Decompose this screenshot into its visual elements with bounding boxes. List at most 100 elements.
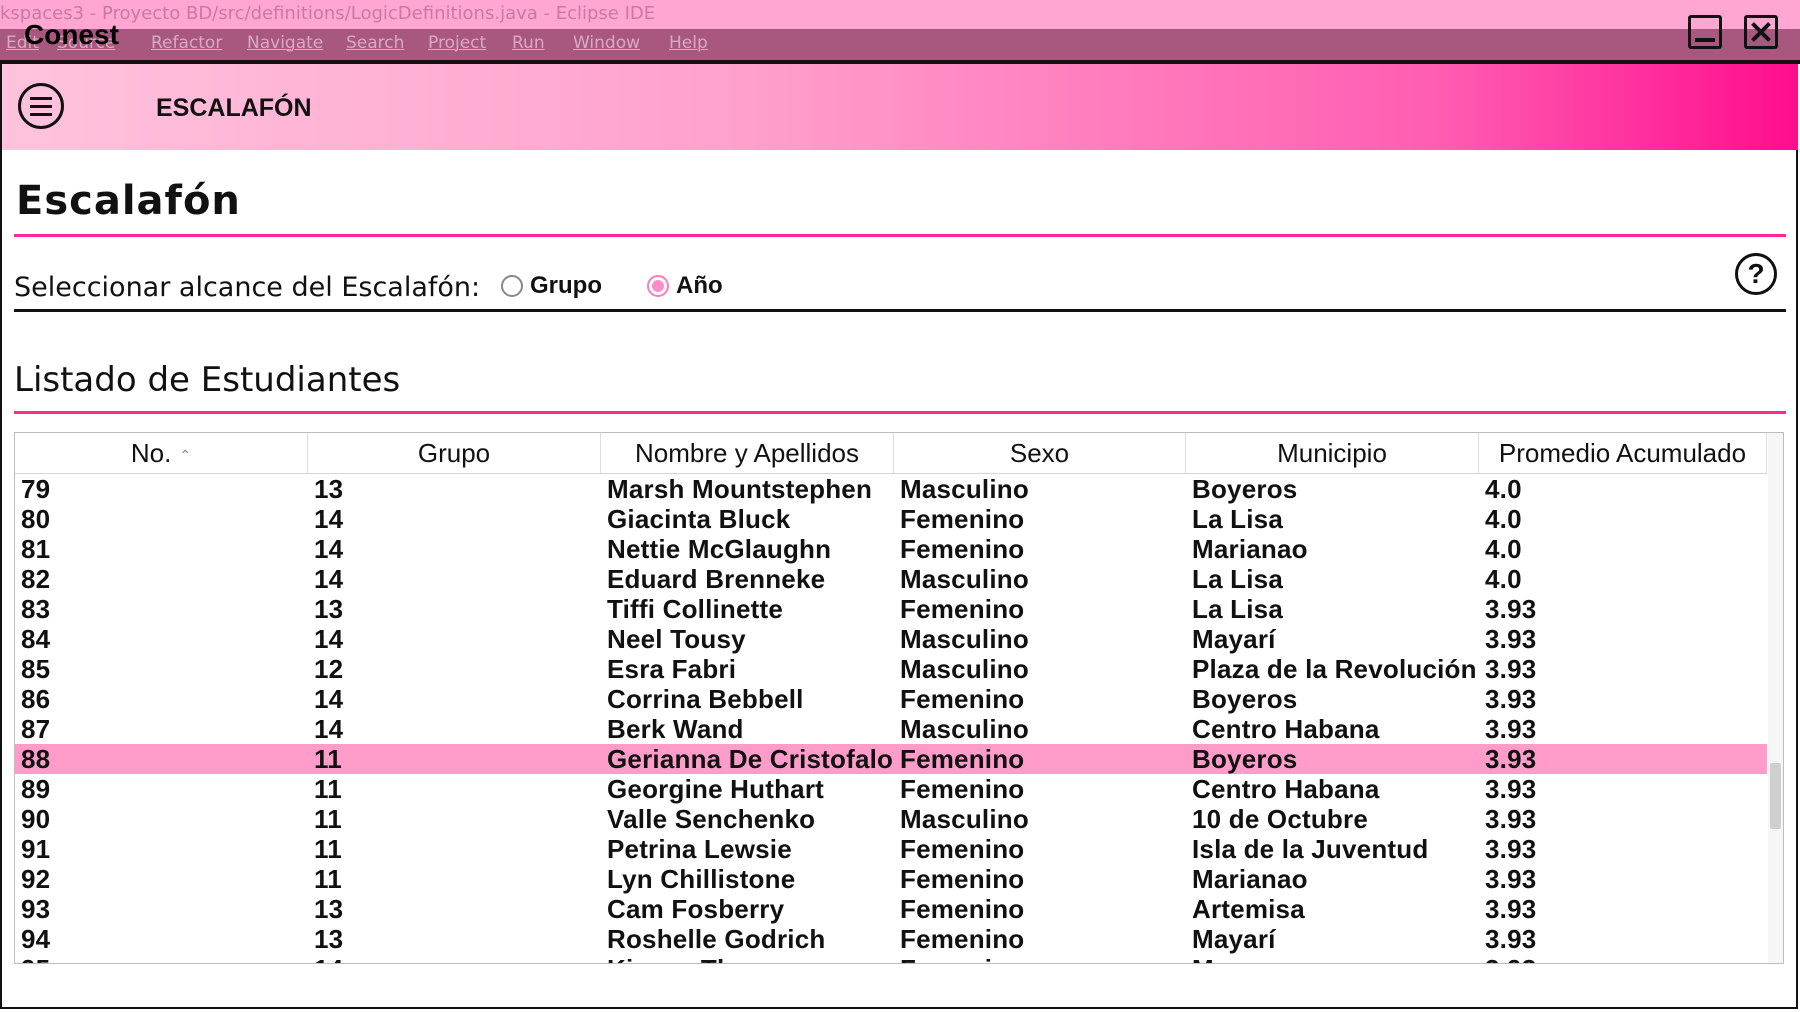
cell-nombre: Cam Fosberry bbox=[607, 894, 785, 924]
cell-no: 79 bbox=[21, 474, 51, 504]
cell-grupo: 14 bbox=[314, 624, 344, 654]
cell-grupo: 13 bbox=[314, 924, 344, 954]
cell-sexo: Masculino bbox=[900, 654, 1029, 684]
table-row[interactable]: 92 11 Lyn Chillistone Femenino Marianao 3.93 bbox=[15, 864, 1767, 894]
column-header-municipio[interactable]: Municipio bbox=[1186, 433, 1479, 473]
table-row[interactable]: 88 11 Gerianna De Cristofalo Femenino Boyero… bbox=[15, 744, 1767, 774]
scope-label: Seleccionar alcance del Escalafón: bbox=[14, 272, 481, 303]
cell-nombre: Tiffi Collinette bbox=[607, 594, 784, 624]
cell-promedio: 4.0 bbox=[1485, 504, 1522, 534]
cell-sexo: Masculino bbox=[900, 804, 1029, 834]
table-row[interactable]: 87 14 Berk Wand Masculino Centro Habana 3.93 bbox=[15, 714, 1767, 744]
scrollbar-thumb[interactable] bbox=[1770, 763, 1781, 829]
cell-municipio: La Lisa bbox=[1192, 564, 1283, 594]
radio-ano-label[interactable]: Año bbox=[676, 272, 723, 300]
cell-municipio: Ma bbox=[1186, 954, 1229, 963]
cell-promedio: 3.93 bbox=[1479, 954, 1536, 963]
cell-sexo: Femenino bbox=[900, 864, 1025, 894]
cell-no: 83 bbox=[21, 594, 51, 624]
cell-municipio: La Lisa bbox=[1192, 504, 1283, 534]
minimize-button[interactable] bbox=[1688, 15, 1722, 49]
table-row[interactable]: 94 13 Roshelle Godrich Femenino Mayarí 3.93 bbox=[15, 924, 1767, 954]
cell-grupo: 14 bbox=[314, 684, 344, 714]
menu-item-navigate: Navigate bbox=[247, 33, 324, 53]
cell-municipio: Marianao bbox=[1192, 864, 1308, 894]
table-header: No. ⌃ Grupo Nombre y Apellidos Sexo Munic… bbox=[15, 433, 1767, 474]
cell-municipio: 10 de Octubre bbox=[1192, 804, 1368, 834]
table-row[interactable]: 83 13 Tiffi Collinette Femenino La Lisa 3.93 bbox=[15, 594, 1767, 624]
cell-promedio: 3.93 bbox=[1485, 744, 1537, 774]
column-header-nombre[interactable]: Nombre y Apellidos bbox=[601, 433, 894, 473]
cell-sexo: Femenino bbox=[900, 594, 1025, 624]
header-title: ESCALAFÓN bbox=[156, 94, 312, 122]
cell-nombre: Neel Tousy bbox=[607, 624, 746, 654]
table-row[interactable]: 89 11 Georgine Huthart Femenino Centro Haban… bbox=[15, 774, 1767, 804]
cell-nombre: Kinsey Th bbox=[601, 954, 733, 963]
cell-no: 85 bbox=[21, 654, 51, 684]
background-menubar: Edit Source Refactor Navigate Search Pro… bbox=[0, 29, 1800, 60]
cell-promedio: 3.93 bbox=[1485, 624, 1537, 654]
table-row[interactable]: 81 14 Nettie McGlaughn Femenino Marianao 4.0 bbox=[15, 534, 1767, 564]
cell-grupo: 14 bbox=[314, 504, 344, 534]
table-row[interactable]: 85 12 Esra Fabri Masculino Plaza de la Revol… bbox=[15, 654, 1767, 684]
table-body: 79 13 Marsh Mountstephen Masculino Boyeros 4.… bbox=[15, 474, 1767, 963]
column-header-no[interactable]: No. ⌃ bbox=[15, 433, 308, 473]
column-header-grupo[interactable]: Grupo bbox=[308, 433, 601, 473]
table-row[interactable]: 84 14 Neel Tousy Masculino Mayarí 3.93 bbox=[15, 624, 1767, 654]
cell-sexo: Femenino bbox=[900, 834, 1025, 864]
hamburger-menu-icon[interactable] bbox=[18, 83, 64, 129]
cell-promedio: 3.93 bbox=[1485, 594, 1537, 624]
title-divider bbox=[14, 234, 1786, 237]
cell-promedio: 4.0 bbox=[1485, 534, 1522, 564]
column-header-no-label: No. bbox=[130, 438, 172, 468]
cell-sexo: Femenino bbox=[900, 534, 1025, 564]
app-header: ESCALAFÓN bbox=[2, 64, 1798, 150]
cell-promedio: 3.93 bbox=[1485, 804, 1537, 834]
cell-municipio: Centro Habana bbox=[1192, 774, 1380, 804]
table-row[interactable]: 82 14 Eduard Brenneke Masculino La Lisa 4.0 bbox=[15, 564, 1767, 594]
cell-municipio: Mayarí bbox=[1192, 624, 1276, 654]
cell-grupo: 14 bbox=[314, 564, 344, 594]
scope-divider bbox=[14, 309, 1786, 312]
cell-grupo: 13 bbox=[314, 594, 344, 624]
cell-nombre: Valle Senchenko bbox=[607, 804, 816, 834]
section-divider bbox=[14, 411, 1786, 414]
radio-ano[interactable] bbox=[647, 275, 669, 297]
cell-grupo: 11 bbox=[314, 804, 342, 834]
table-row[interactable]: 95 14 Kinsey Th Femenino Ma 3.93 bbox=[15, 954, 1767, 963]
table-row[interactable]: 93 13 Cam Fosberry Femenino Artemisa 3.93 bbox=[15, 894, 1767, 924]
cell-municipio: Isla de la Juventud bbox=[1192, 834, 1429, 864]
table-row[interactable]: 90 11 Valle Senchenko Masculino 10 de Octubr… bbox=[15, 804, 1767, 834]
table-row[interactable]: 80 14 Giacinta Bluck Femenino La Lisa 4.0 bbox=[15, 504, 1767, 534]
cell-grupo: 11 bbox=[314, 834, 342, 864]
column-header-sexo[interactable]: Sexo bbox=[894, 433, 1186, 473]
cell-promedio: 3.93 bbox=[1485, 774, 1537, 804]
column-header-promedio[interactable]: Promedio Acumulado bbox=[1479, 433, 1767, 473]
cell-nombre: Petrina Lewsie bbox=[607, 834, 792, 864]
radio-grupo-label[interactable]: Grupo bbox=[530, 272, 602, 300]
cell-no: 88 bbox=[21, 744, 51, 774]
cell-sexo: Femenino bbox=[900, 684, 1025, 714]
page-title: Escalafón bbox=[16, 178, 241, 224]
table-row[interactable]: 91 11 Petrina Lewsie Femenino Isla de la Juv… bbox=[15, 834, 1767, 864]
close-button[interactable] bbox=[1744, 15, 1778, 49]
cell-municipio: Boyeros bbox=[1192, 744, 1298, 774]
cell-promedio: 3.93 bbox=[1485, 714, 1537, 744]
cell-nombre: Marsh Mountstephen bbox=[607, 474, 873, 504]
cell-no: 89 bbox=[21, 774, 51, 804]
cell-nombre: Corrina Bebbell bbox=[607, 684, 804, 714]
help-icon[interactable]: ? bbox=[1735, 253, 1777, 295]
cell-sexo: Femenino bbox=[900, 774, 1025, 804]
cell-sexo: Masculino bbox=[900, 474, 1029, 504]
cell-grupo: 14 bbox=[314, 714, 344, 744]
cell-no: 87 bbox=[21, 714, 51, 744]
cell-no: 94 bbox=[21, 924, 51, 954]
radio-grupo[interactable] bbox=[501, 275, 523, 297]
cell-nombre: Lyn Chillistone bbox=[607, 864, 796, 894]
cell-municipio: Artemisa bbox=[1192, 894, 1305, 924]
app-title: Conest bbox=[24, 19, 119, 50]
cell-promedio: 4.0 bbox=[1485, 564, 1522, 594]
table-row[interactable]: 79 13 Marsh Mountstephen Masculino Boyeros 4.… bbox=[15, 474, 1767, 504]
table-row[interactable]: 86 14 Corrina Bebbell Femenino Boyeros 3.93 bbox=[15, 684, 1767, 714]
table-scrollbar[interactable] bbox=[1768, 433, 1783, 963]
